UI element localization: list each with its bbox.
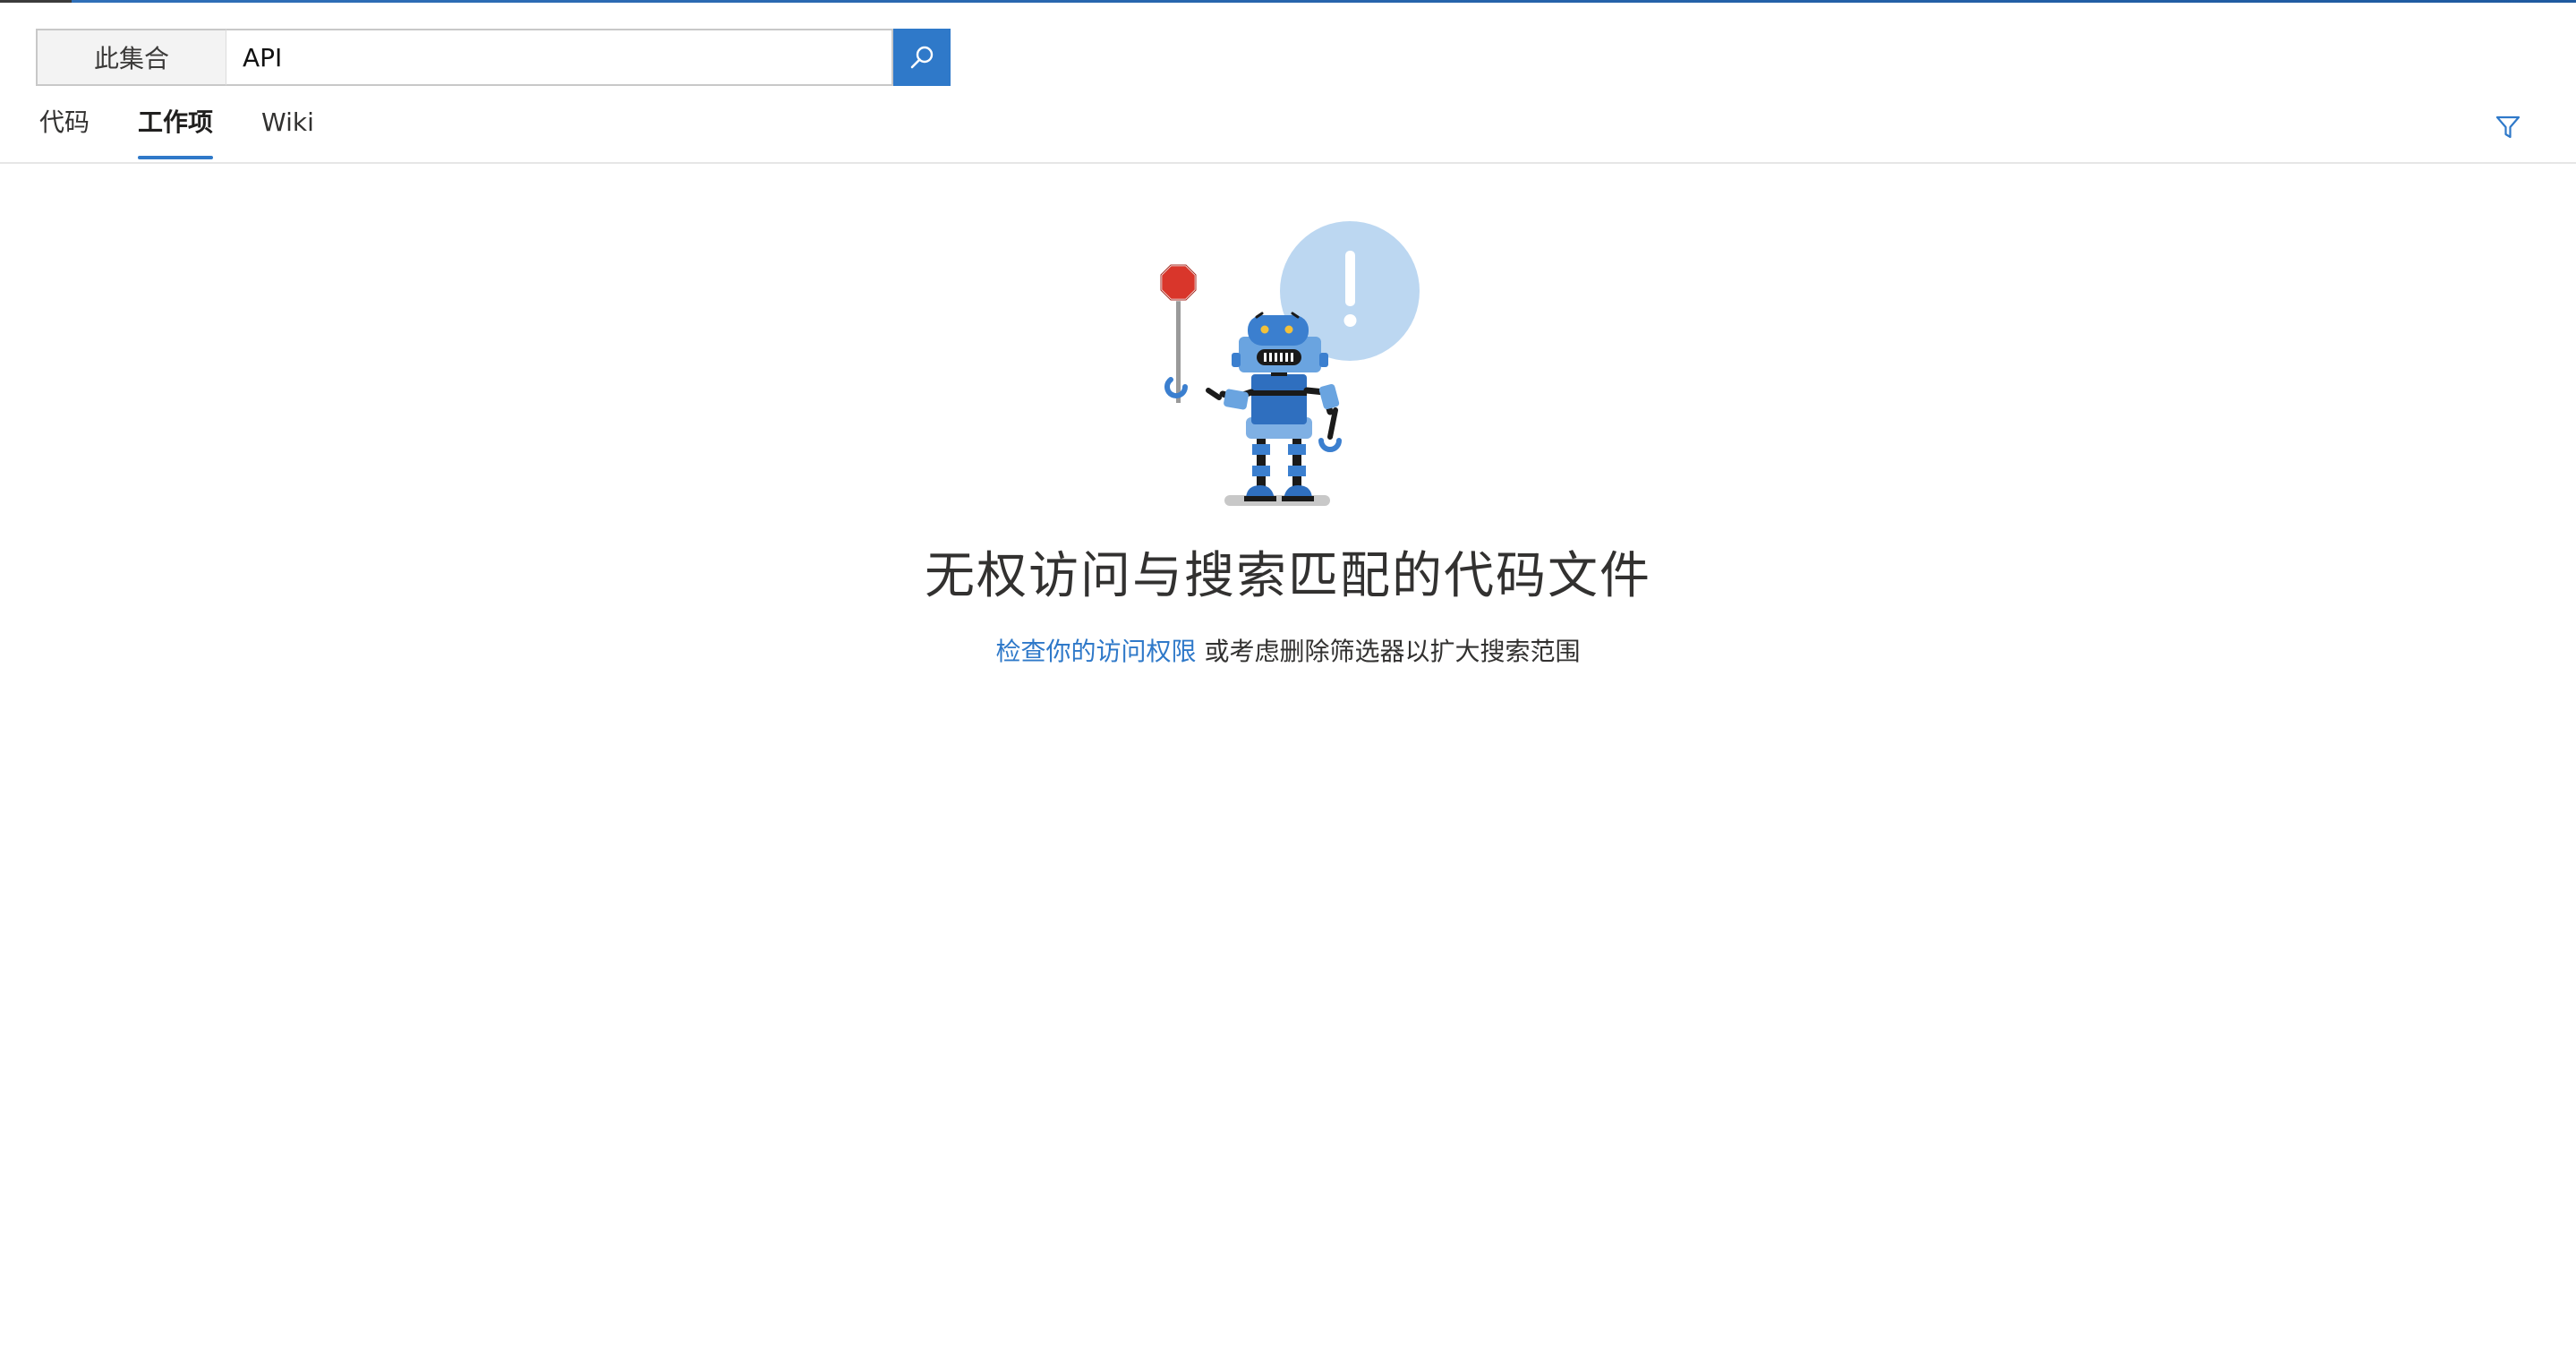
empty-state-suggestion: 或考虑删除筛选器以扩大搜索范围 <box>1196 637 1581 666</box>
top-accent-left <box>0 0 72 3</box>
search-button[interactable] <box>893 29 951 86</box>
search-results-page: 此集合 代码 工作项 Wiki <box>0 0 2576 1352</box>
filter-button[interactable] <box>2490 109 2526 145</box>
search-input[interactable] <box>226 29 893 86</box>
robot-stop-sign-illustration <box>1159 221 1420 506</box>
top-accent-bar <box>72 0 2576 3</box>
tab-work-items[interactable]: 工作项 <box>138 100 214 163</box>
empty-state-title: 无权访问与搜索匹配的代码文件 <box>925 547 1651 605</box>
search-bar: 此集合 <box>36 29 951 86</box>
tabs-divider <box>0 162 2576 164</box>
empty-state-subtitle: 检查你的访问权限 或考虑删除筛选器以扩大搜索范围 <box>0 632 2576 668</box>
search-scope-button[interactable]: 此集合 <box>36 29 226 86</box>
check-access-link[interactable]: 检查你的访问权限 <box>996 637 1197 666</box>
filter-icon <box>2495 116 2521 139</box>
tab-wiki[interactable]: Wiki <box>261 100 314 163</box>
tab-code[interactable]: 代码 <box>39 100 90 163</box>
search-icon <box>910 46 934 69</box>
result-type-tabs: 代码 工作项 Wiki <box>39 100 314 163</box>
